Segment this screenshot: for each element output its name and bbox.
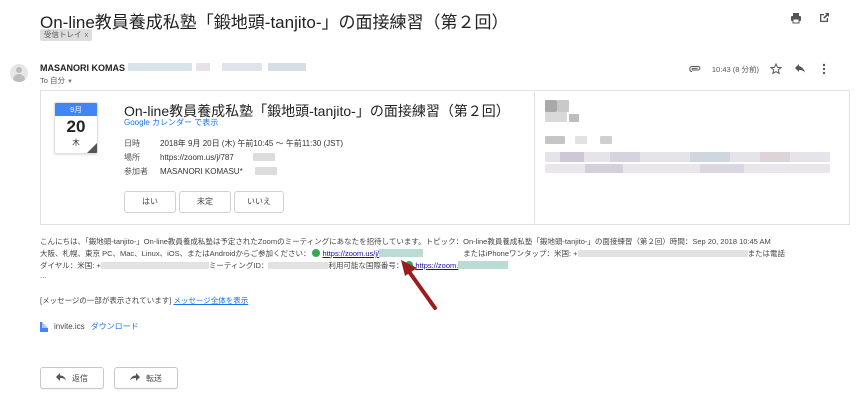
reply-icon[interactable]: [793, 62, 807, 76]
dial-us-text: ダイヤル：米国: +: [40, 261, 101, 270]
chevron-down-icon[interactable]: ▼: [67, 79, 73, 85]
zoom-join-link[interactable]: https://zoom.us/j/: [322, 249, 379, 258]
forward-arrow-icon: [130, 373, 140, 383]
truncated-notice: [メッセージの一部が表示されています]: [40, 296, 172, 305]
page-fold-icon: [87, 143, 97, 153]
redacted-link-tail: [379, 249, 424, 257]
open-in-new-window-icon[interactable]: [817, 11, 831, 25]
event-date-badge: 9月 20 木: [54, 102, 98, 154]
sender-avatar: [10, 64, 28, 82]
redacted-meeting-id: [268, 262, 329, 269]
message-meta: 10:43 (8 分前): [688, 62, 831, 76]
event-day: 20: [66, 117, 86, 136]
remove-label-button[interactable]: x: [85, 30, 89, 39]
event-who-row: 参加者 MASANORI KOMASU*: [124, 166, 243, 177]
or-phone-text: または電話: [747, 249, 786, 258]
event-when-row: 日時 2018年 9月 20日 (木) 午前10:45 ～ 午前11:30 (JS…: [124, 138, 343, 149]
redacted-block: [268, 63, 306, 71]
iphone-one-tap-text: またはiPhoneワンタップ：米国: +: [463, 249, 578, 258]
rsvp-maybe-button[interactable]: 未定: [179, 191, 231, 213]
when-value: 2018年 9月 20日 (木) 午前10:45 ～ 午前11:30 (JST): [160, 139, 344, 148]
body-line-1: こんにちは、「鍛地頭-tanjito-」On-line教員養成私塾は予定されたZ…: [40, 237, 771, 246]
email-subject: On-line教員養成私塾「鍛地頭-tanjito-」の面接練習（第２回）: [40, 13, 509, 32]
recipient-text: To 自分: [40, 76, 66, 85]
attachment-filename[interactable]: invite.ics: [54, 322, 85, 331]
redacted-block: [222, 63, 262, 71]
redacted-phone-numbers: [577, 250, 748, 257]
event-where-row: 場所 https://zoom.us/j/787: [124, 152, 234, 163]
when-label: 日時: [124, 139, 140, 148]
view-full-message-link[interactable]: メッセージ全体を表示: [173, 296, 248, 305]
inbox-label-text: 受信トレイ: [44, 30, 82, 39]
forward-button[interactable]: 転送: [114, 367, 178, 389]
forward-label: 転送: [146, 373, 162, 383]
star-icon[interactable]: [769, 62, 783, 76]
rsvp-yes-button[interactable]: はい: [124, 191, 176, 213]
check-icon: [312, 249, 321, 257]
recipient-line[interactable]: To 自分 ▼: [40, 75, 73, 86]
event-month: 9月: [55, 103, 97, 116]
inbox-label-chip[interactable]: 受信トレイ x: [40, 29, 93, 41]
truncated-notice-row: [メッセージの一部が表示されています] メッセージ全体を表示: [40, 295, 248, 306]
print-icon[interactable]: [789, 11, 803, 25]
sender-name: MASANORI KOMAS: [40, 63, 125, 73]
international-numbers-text: 利用可能な国際番号：: [328, 261, 404, 270]
view-in-google-calendar-link[interactable]: Google カレンダー で表示: [124, 117, 218, 128]
body-ellipsis: ...: [40, 271, 47, 280]
reply-label: 返信: [72, 373, 88, 383]
rsvp-no-button[interactable]: いいえ: [234, 191, 284, 213]
where-label: 場所: [124, 153, 140, 162]
who-value: MASANORI KOMASU*: [160, 167, 243, 176]
redacted-block: [196, 63, 210, 71]
file-icon: [40, 321, 48, 332]
redacted-block: [255, 167, 277, 175]
attachment-icon: [688, 62, 702, 76]
redacted-meeting-id: [253, 153, 275, 161]
who-label: 参加者: [124, 167, 148, 176]
more-options-icon[interactable]: [817, 62, 831, 76]
redacted-link-tail: [458, 261, 509, 269]
attachment-row: invite.ics ダウンロード: [40, 321, 139, 332]
annotation-arrow-icon: [401, 260, 437, 310]
card-divider: [534, 92, 535, 223]
meeting-id-label: ミーティングID：: [208, 261, 269, 270]
redacted-sender-email: [128, 63, 192, 71]
body-line-2-text: 大阪、札幌、東京 PC、Mac、Linux、iOS、またはAndroidからご参…: [40, 249, 311, 258]
message-time: 10:43 (8 分前): [711, 64, 759, 74]
reply-button[interactable]: 返信: [40, 367, 104, 389]
where-value: https://zoom.us/j/787: [160, 153, 234, 162]
header-actions: [789, 11, 831, 25]
redacted-phone: [100, 262, 209, 269]
reply-arrow-icon: [56, 373, 66, 383]
download-link[interactable]: ダウンロード: [91, 321, 139, 332]
